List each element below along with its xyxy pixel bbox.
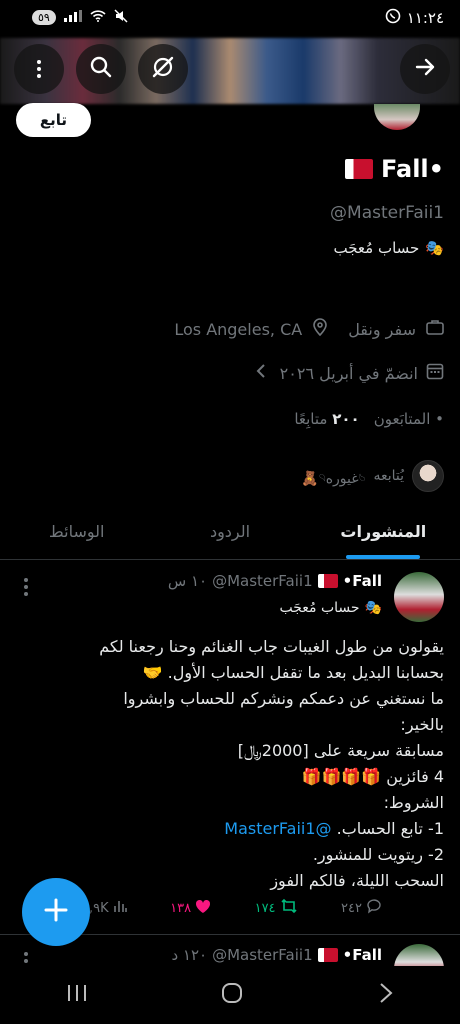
- tweet-more-icon[interactable]: [24, 578, 28, 596]
- tab-media[interactable]: الوسائط: [0, 504, 153, 559]
- tweet-line: 1- تابع الحساب. @MasterFaii1: [224, 819, 444, 838]
- bahrain-flag-icon: [317, 574, 338, 588]
- mute-icon: [114, 9, 128, 26]
- recent-apps-icon[interactable]: [65, 983, 89, 1007]
- bahrain-flag-icon: [317, 948, 338, 962]
- clock: ١١:٢٤: [406, 9, 444, 27]
- following-count: ٢٠٠: [332, 410, 360, 428]
- home-icon[interactable]: [220, 981, 244, 1009]
- back-nav-icon[interactable]: [375, 981, 395, 1009]
- retweet-icon: [280, 898, 298, 918]
- bar-chart-icon: [113, 899, 127, 917]
- search-icon: [89, 55, 113, 83]
- tweet-author-name: Fall•: [342, 572, 382, 590]
- tweet-actions: ٢٤٢ ١٧٤ ١٣٨ ٢,٩K: [82, 898, 382, 918]
- bahrain-flag-icon: [345, 159, 374, 179]
- profile-location: Los Angeles, CA: [174, 319, 303, 339]
- signal-icon: [63, 10, 82, 25]
- retweet-button[interactable]: ١٧٤: [255, 898, 298, 918]
- more-button[interactable]: [14, 44, 64, 94]
- theater-mask-icon: 🎭: [364, 600, 382, 616]
- tweet-line: يقولون من طول الغيبات جاب الغنائم وحنا ر…: [99, 637, 444, 656]
- location-pin-icon: [312, 318, 328, 340]
- tweet-line: السحب الليلة، فالكم الفوز: [270, 871, 444, 890]
- follower-avatar: [412, 460, 444, 492]
- tweet-line: ما نستغني عن دعمكم ونشركم للحساب وابشروا: [123, 689, 444, 708]
- arrow-right-icon: [413, 55, 437, 83]
- display-name: Fall•: [381, 155, 444, 183]
- like-button[interactable]: ١٣٨: [170, 898, 211, 918]
- plus-icon: [43, 897, 69, 927]
- tab-posts[interactable]: المنشورات: [307, 504, 460, 559]
- mention-link[interactable]: @MasterFaii1: [224, 819, 331, 838]
- following-link[interactable]: ٢٠٠ متابِعًا: [294, 410, 359, 428]
- compose-button[interactable]: [22, 878, 90, 946]
- heart-icon: [195, 899, 211, 918]
- profile-joined: انضمّ في أبريل ٢٠٢٦: [279, 363, 418, 383]
- followers-link[interactable]: • المتابَعون: [374, 410, 444, 428]
- followed-by-row[interactable]: يُتابعه 𓄼غيوره𓄹🧸: [301, 460, 444, 492]
- status-bar: ١١:٢٤ ٥٩: [0, 0, 460, 38]
- battery-indicator: ٥٩: [32, 10, 56, 25]
- tweet-header: Fall• @MasterFaii1 ١٠ س: [168, 572, 382, 590]
- followed-by-prefix: يُتابعه: [373, 468, 404, 484]
- briefcase-icon: [426, 319, 444, 339]
- profile-banner: [0, 38, 460, 104]
- tweet-header: Fall• @MasterFaii1 ١٢٠ د: [171, 946, 382, 964]
- tweet-time: ١٢٠ د: [171, 946, 208, 964]
- tweet-parody-badge: 🎭 حساب مُعجَب: [279, 600, 382, 616]
- tweet-line: 2- ريتويت للمنشور.: [312, 845, 444, 864]
- profile-tabs: المنشورات الردود الوسائط: [0, 504, 460, 560]
- chevron-left-icon: [256, 363, 266, 383]
- calendar-icon: [426, 362, 444, 384]
- badge-text: حساب مُعجَب: [333, 239, 420, 257]
- back-button[interactable]: [400, 44, 450, 94]
- tab-replies[interactable]: الردود: [153, 504, 306, 559]
- tweet-line: بحسابنا البديل بعد ما تقفل الحساب الأول.…: [142, 663, 444, 682]
- tweet-line: مسابقة سريعة على [2000﷼]: [237, 741, 444, 760]
- more-vertical-icon: [37, 60, 41, 78]
- grok-icon: [150, 54, 176, 84]
- profile-name-row: Fall•: [345, 155, 444, 183]
- tweet-text: يقولون من طول الغيبات جاب الغنائم وحنا ر…: [44, 634, 444, 894]
- status-time-group: ١١:٢٤: [385, 8, 444, 28]
- tweet-line: 4 فائزين 🎁🎁🎁🎁: [301, 767, 444, 786]
- reply-icon: [366, 898, 382, 918]
- profile-category: سفر ونقل: [348, 319, 416, 339]
- wifi-icon: [90, 10, 106, 25]
- tweet-author-handle: @MasterFaii1: [212, 572, 313, 590]
- search-button[interactable]: [76, 44, 126, 94]
- whatsapp-icon: [385, 8, 401, 28]
- tweet-line: بالخير:: [400, 715, 444, 734]
- follow-counts: • المتابَعون ٢٠٠ متابِعًا: [294, 410, 444, 428]
- tweet-time: ١٠ س: [167, 572, 208, 590]
- followed-by-name: 𓄼غيوره𓄹🧸: [301, 471, 366, 487]
- grok-button[interactable]: [138, 44, 188, 94]
- follow-button[interactable]: تابع: [16, 103, 91, 137]
- profile-handle: @MasterFaii1: [330, 203, 444, 223]
- tweet-line: الشروط:: [383, 793, 444, 812]
- profile-meta-row: سفر ونقل Los Angeles, CA: [174, 318, 444, 340]
- profile-avatar[interactable]: [374, 104, 420, 130]
- parody-badge: 🎭 حساب مُعجَب: [334, 239, 444, 257]
- reply-button[interactable]: ٢٤٢: [341, 898, 382, 918]
- tweet-author-name: Fall•: [342, 946, 382, 964]
- tweet-author-handle: @MasterFaii1: [212, 946, 313, 964]
- theater-mask-icon: 🎭: [425, 239, 444, 257]
- status-left-icons: ٥٩: [32, 9, 128, 26]
- profile-joined-row[interactable]: انضمّ في أبريل ٢٠٢٦: [256, 362, 444, 384]
- tweet-avatar[interactable]: [394, 572, 444, 622]
- system-nav-bar: [0, 966, 460, 1024]
